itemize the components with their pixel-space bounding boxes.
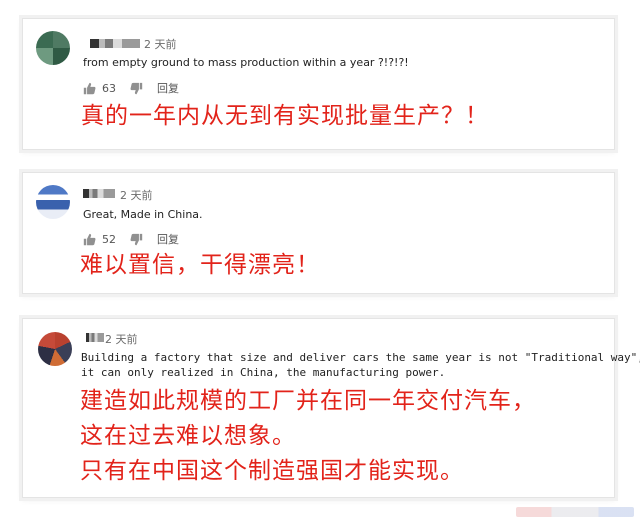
avatar[interactable] <box>38 332 72 366</box>
watermark <box>516 507 634 517</box>
comment-card-1: 2 天前 from empty ground to mass productio… <box>22 18 615 150</box>
translation-line-1: 建造如此规模的工厂并在同一年交付汽车， <box>80 388 536 414</box>
comment-actions: 52 回复 <box>83 231 179 247</box>
comment-card-3: 2 天前 Building a factory that size and de… <box>22 318 640 498</box>
reply-button[interactable]: 回复 <box>157 231 179 247</box>
comment-text-line-2: it can only realized in China, the manuf… <box>81 366 446 379</box>
username-blurred[interactable] <box>86 333 104 342</box>
comment-text-line-1: Building a factory that size and deliver… <box>81 351 640 364</box>
comment-card-2: 2 天前 Great, Made in China. 52 回复 难以置信，干得… <box>22 172 615 294</box>
avatar[interactable] <box>36 185 70 219</box>
comment-actions: 63 回复 <box>83 80 179 96</box>
thumbs-up-icon[interactable] <box>83 233 96 246</box>
comment-text: from empty ground to mass production wit… <box>83 56 409 69</box>
comment-time: 2 天前 <box>120 189 153 202</box>
thumbs-down-icon[interactable] <box>130 82 143 95</box>
username-blurred[interactable] <box>83 189 115 198</box>
thumbs-down-icon[interactable] <box>130 233 143 246</box>
like-count: 52 <box>102 232 116 246</box>
thumbs-up-icon[interactable] <box>83 82 96 95</box>
comment-time: 2 天前 <box>144 38 177 51</box>
translation-text: 难以置信，干得漂亮！ <box>80 252 320 278</box>
reply-button[interactable]: 回复 <box>157 80 179 96</box>
translation-line-2: 这在过去难以想象。 <box>80 423 296 449</box>
avatar[interactable] <box>36 31 70 65</box>
comment-text: Great, Made in China. <box>83 208 203 221</box>
username-blurred[interactable] <box>90 39 140 48</box>
like-count: 63 <box>102 81 116 95</box>
comment-time: 2 天前 <box>105 333 138 346</box>
translation-line-3: 只有在中国这个制造强国才能实现。 <box>80 458 464 484</box>
translation-text: 真的一年内从无到有实现批量生产？！ <box>81 103 489 129</box>
